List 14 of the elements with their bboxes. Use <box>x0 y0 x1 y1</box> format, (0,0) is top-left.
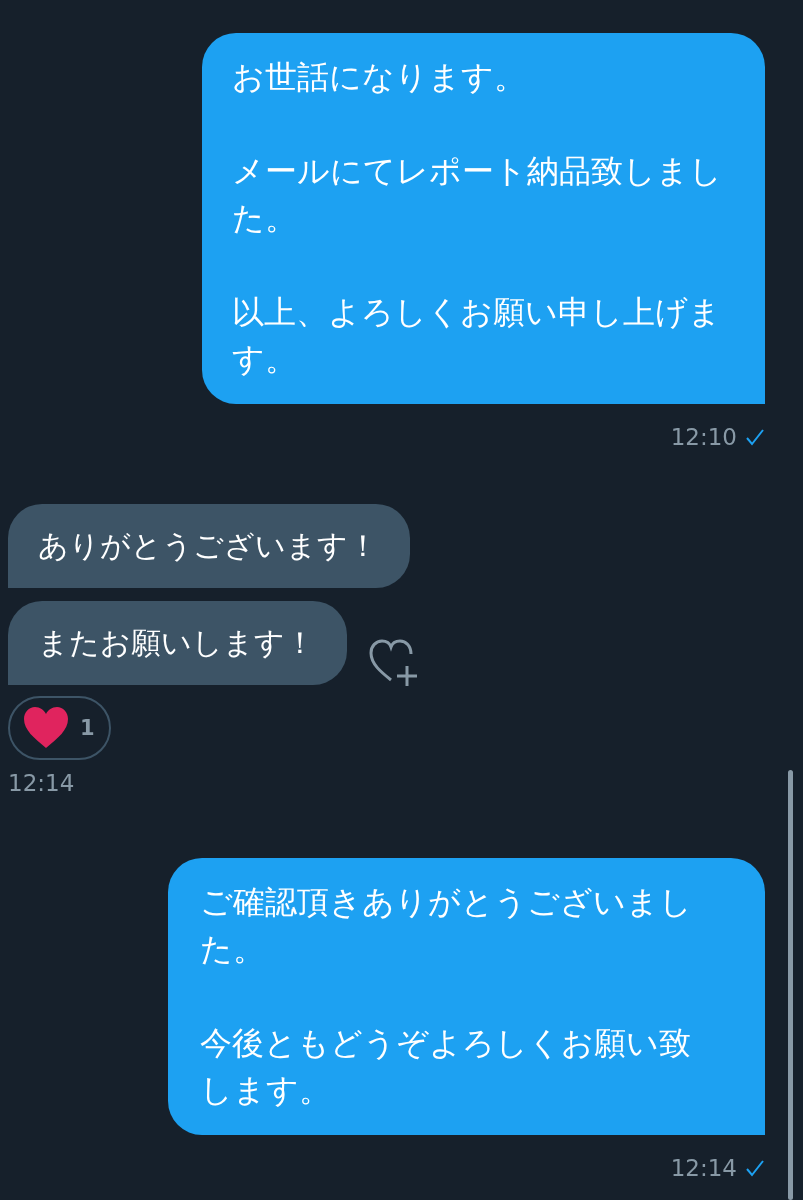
message-text: メールにてレポート納品致しました。 <box>232 151 723 239</box>
scroll-bar[interactable] <box>788 770 793 1200</box>
message-text: お世話になります。 <box>232 57 527 98</box>
message-text: 以上、よろしくお願い申し上げます。 <box>232 292 722 380</box>
reaction-count: 1 <box>80 716 95 740</box>
message-text: またお願いします！ <box>38 624 315 662</box>
heart-icon <box>22 706 70 750</box>
reaction-chip[interactable]: 1 <box>8 696 111 760</box>
timestamp: 12:14 <box>670 1155 737 1181</box>
message-text: 今後ともどうぞよろしくお願い致します。 <box>200 1023 692 1111</box>
timestamp: 12:14 <box>8 770 75 796</box>
message-text: ご確認頂きありがとうございました。 <box>200 882 693 970</box>
message-text: ありがとうございます！ <box>38 527 378 565</box>
timestamp: 12:10 <box>670 424 737 450</box>
